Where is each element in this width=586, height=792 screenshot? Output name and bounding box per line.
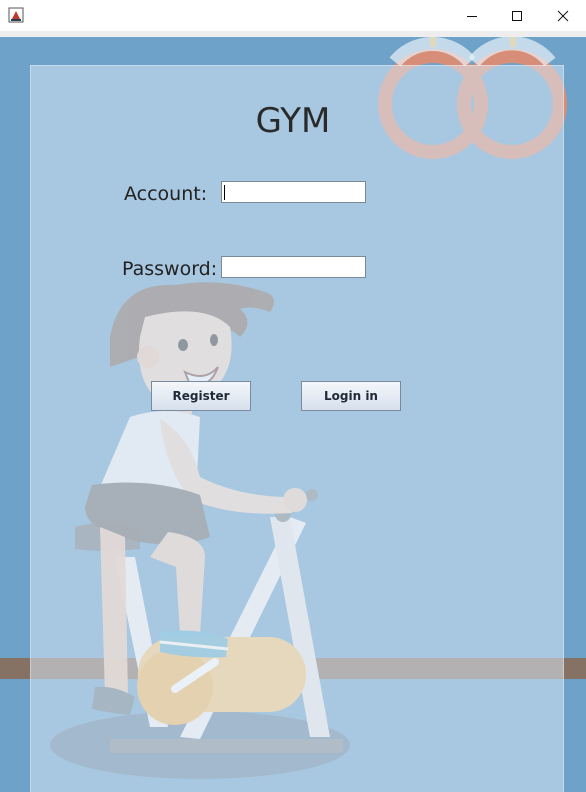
app-window: GYM Account: Password: Register Login in xyxy=(0,0,586,792)
close-button[interactable] xyxy=(540,0,585,31)
register-button[interactable]: Register xyxy=(151,381,251,411)
account-input[interactable] xyxy=(221,181,366,203)
close-icon xyxy=(557,10,568,21)
title-bar xyxy=(0,0,586,31)
password-input[interactable] xyxy=(221,256,366,278)
login-content: GYM Account: Password: Register Login in xyxy=(0,37,586,792)
page-title: GYM xyxy=(255,101,331,141)
password-label: Password: xyxy=(122,258,218,280)
account-label: Account: xyxy=(124,183,208,205)
text-caret xyxy=(224,185,225,200)
minimize-icon xyxy=(466,15,477,17)
maximize-button[interactable] xyxy=(494,0,539,31)
java-app-icon xyxy=(8,7,24,23)
maximize-icon xyxy=(511,10,522,21)
login-panel xyxy=(30,65,564,792)
minimize-button[interactable] xyxy=(449,0,494,31)
login-button[interactable]: Login in xyxy=(301,381,401,411)
